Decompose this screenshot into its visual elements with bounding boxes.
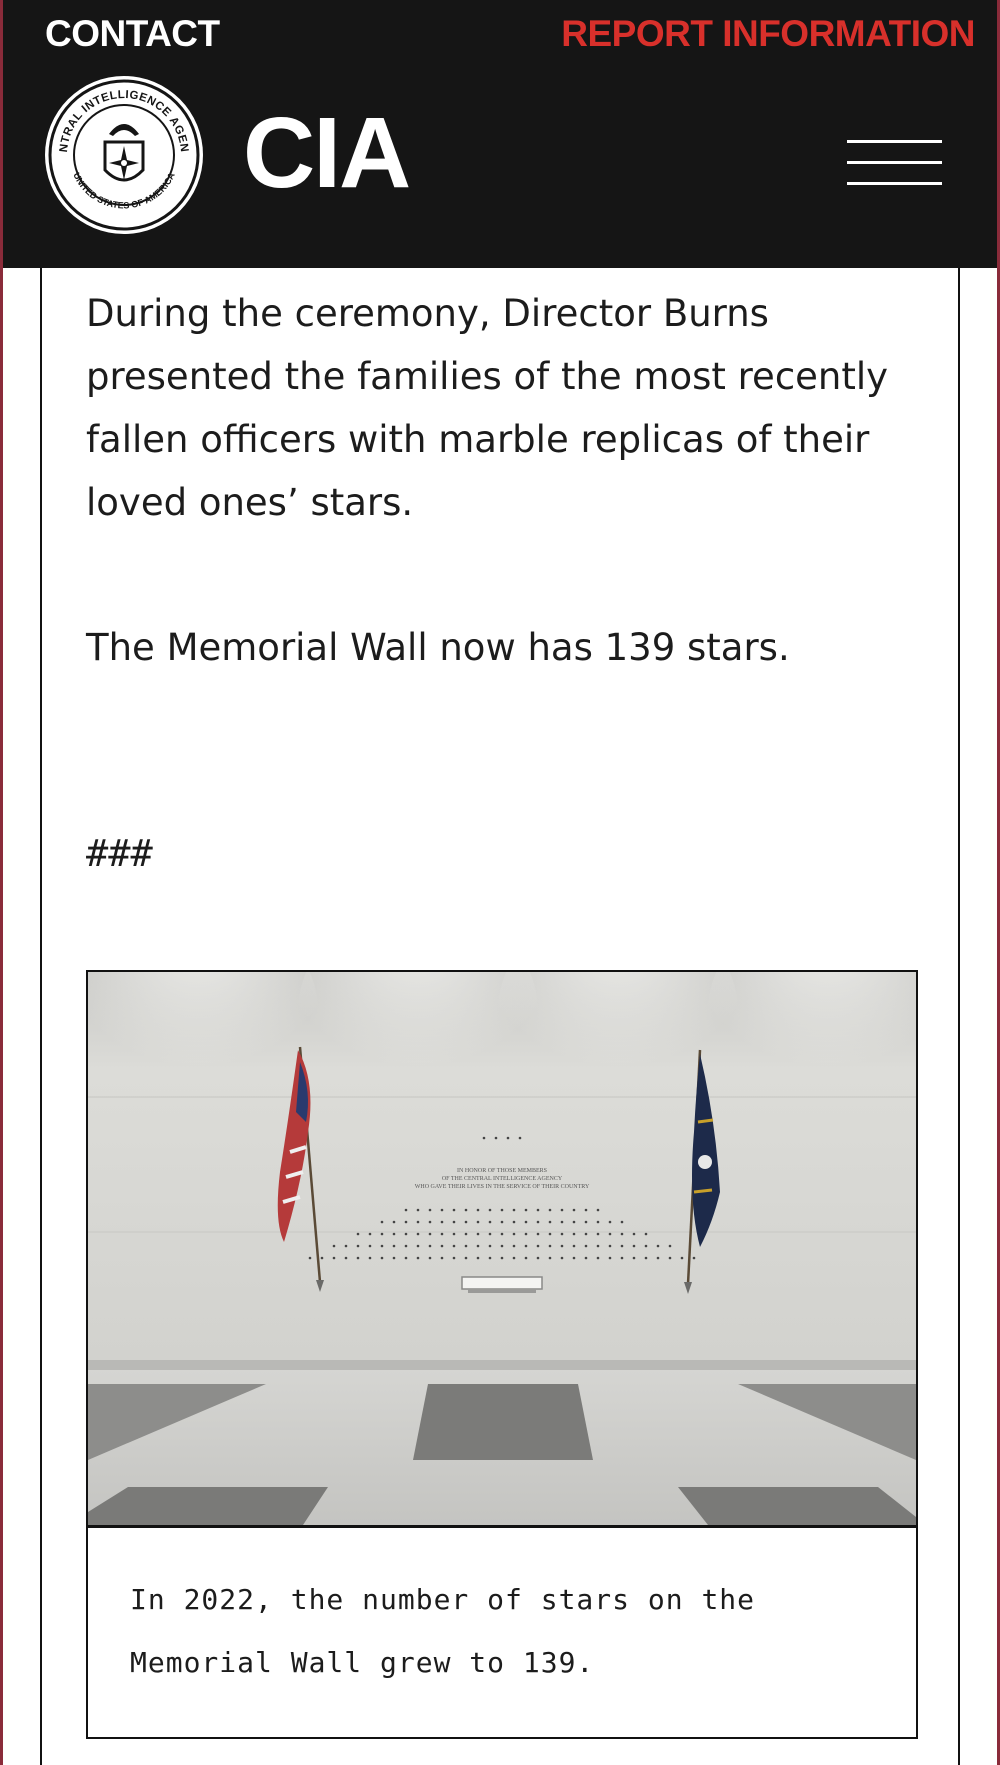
report-information-link[interactable]: REPORT INFORMATION [561, 12, 975, 56]
svg-text:WHO GAVE THEIR LIVES IN THE SE: WHO GAVE THEIR LIVES IN THE SERVICE OF T… [415, 1184, 590, 1190]
content-border-left [40, 268, 42, 1765]
site-header: CONTACT REPORT INFORMATION CENTRAL INTEL… [3, 0, 997, 268]
brand-wordmark[interactable]: CIA [243, 93, 411, 213]
content-border-right [958, 268, 960, 1765]
contact-link[interactable]: CONTACT [45, 12, 220, 56]
article-end-marker: ### [86, 832, 153, 875]
figure-caption: In 2022, the number of stars on the Memo… [130, 1583, 756, 1679]
memorial-wall-figure: IN HONOR OF THOSE MEMBERS OF THE CENTRAL… [86, 970, 918, 1739]
svg-text:OF THE CENTRAL INTELLIGENCE AG: OF THE CENTRAL INTELLIGENCE AGENCY [442, 1176, 563, 1182]
article-paragraph: The Memorial Wall now has 139 stars. [86, 626, 790, 669]
article-paragraph: During the ceremony, Director Burns pres… [86, 292, 889, 524]
cia-seal-logo[interactable]: CENTRAL INTELLIGENCE AGENCY UNITED STATE… [43, 74, 205, 236]
memorial-wall-photo: IN HONOR OF THOSE MEMBERS OF THE CENTRAL… [88, 972, 916, 1525]
figure-divider [88, 1525, 916, 1528]
svg-text:IN HONOR OF THOSE MEMBERS: IN HONOR OF THOSE MEMBERS [457, 1168, 547, 1174]
hamburger-menu-icon[interactable] [847, 140, 942, 186]
